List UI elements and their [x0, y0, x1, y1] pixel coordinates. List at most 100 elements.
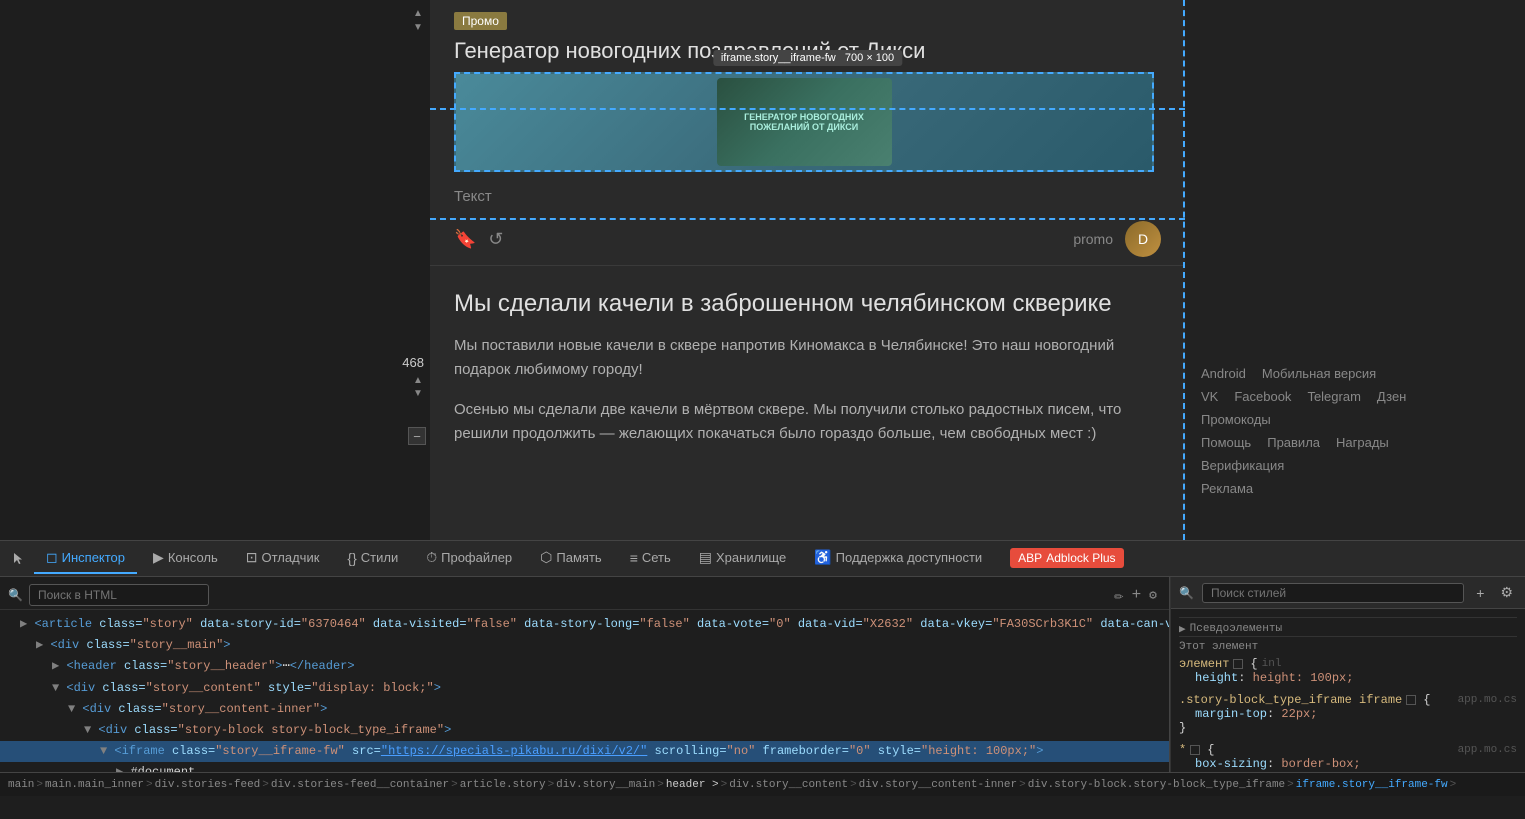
breadcrumb-article-story[interactable]: article.story	[460, 779, 546, 791]
story-footer: 🔖 ↺ promo D	[430, 213, 1185, 265]
tab-accessibility-label: Поддержка доступности	[836, 550, 983, 565]
tab-debugger-label: Отладчик	[261, 550, 319, 565]
network-icon: ≡	[630, 550, 638, 566]
debugger-icon: ⊡	[246, 549, 258, 566]
rule1-checkbox[interactable]	[1406, 693, 1419, 707]
html-line-iframe[interactable]: ▼ <iframe class="story__iframe-fw" src="…	[0, 741, 1169, 762]
html-line-document: ▶ #document	[0, 762, 1169, 772]
sidebar-link-android[interactable]: Android	[1201, 366, 1246, 381]
story2-paragraph2: Осенью мы сделали две качели в мёртвом с…	[454, 398, 1161, 446]
sidebar-row-3: Промокоды	[1201, 412, 1509, 427]
tab-adblock[interactable]: ABP Adblock Plus	[998, 542, 1135, 576]
story-card-1: Промо Генератор новогодних поздравлений …	[430, 0, 1185, 266]
element-selector: элемент	[1179, 657, 1229, 671]
styles-icon: {}	[347, 550, 356, 566]
iframe-image: ГЕНЕРАТОР НОВОГОДНИХ ПОЖЕЛАНИЙ ОТ ДИКСИ	[717, 78, 892, 166]
sidebar-link-ads[interactable]: Реклама	[1201, 481, 1253, 496]
breadcrumb-iframe[interactable]: iframe.story__iframe-fw	[1296, 779, 1448, 791]
zoom-minus-btn[interactable]: −	[408, 427, 426, 445]
more-options-btn[interactable]: ⚙	[1145, 586, 1161, 605]
scroll-down-arrow1[interactable]: ▼	[410, 22, 426, 32]
page-preview: Промо Генератор новогодних поздравлений …	[430, 0, 1185, 540]
add-style-btn[interactable]: +	[1128, 584, 1146, 606]
rule1-check-icon	[1406, 695, 1416, 705]
tab-profiler[interactable]: ⏱ Профайлер	[414, 543, 524, 574]
breadcrumb-header-arrow[interactable]: header >	[666, 779, 719, 791]
sidebar-link-vk[interactable]: VK	[1201, 389, 1218, 404]
selection-top-line	[430, 108, 1185, 110]
breadcrumb-story-main[interactable]: div.story__main	[556, 779, 655, 791]
breadcrumb-stories-container[interactable]: div.stories-feed__container	[271, 779, 449, 791]
rule2-checkbox[interactable]	[1190, 743, 1203, 757]
tab-cursor-tool[interactable]	[8, 545, 30, 573]
style-rule-2-section: * { app.mo.cs box-sizing: border-box; ba…	[1179, 743, 1517, 772]
tab-accessibility[interactable]: ♿ Поддержка доступности	[802, 543, 994, 574]
sidebar-link-mobile[interactable]: Мобильная версия	[1262, 366, 1376, 381]
tab-console[interactable]: ▶ Консоль	[141, 543, 230, 574]
avatar: D	[1125, 221, 1161, 257]
accessibility-icon: ♿	[814, 549, 831, 566]
save-icon[interactable]: 🔖	[454, 229, 476, 250]
style-checkbox1[interactable]	[1233, 657, 1246, 671]
style-check-icon	[1233, 659, 1243, 669]
html-search-input[interactable]	[29, 584, 209, 606]
devtools-panels: 🔍 ✏ + ⚙ ▶ <article class="story" data-st…	[0, 577, 1525, 772]
sidebar-link-verify[interactable]: Верификация	[1201, 458, 1284, 473]
pseudo-toggle[interactable]: ▶ Псевдоэлементы	[1179, 622, 1517, 636]
tab-memory-label: Память	[556, 550, 601, 565]
breadcrumb-stories-feed[interactable]: div.stories-feed	[155, 779, 261, 791]
add-style-rule-btn[interactable]: +	[1472, 583, 1488, 603]
more-styles-btn[interactable]: ⚙	[1496, 582, 1517, 603]
text-label: Текст	[430, 180, 1185, 213]
html-line-content-inner: ▼ <div class="story__content-inner">	[0, 699, 1169, 720]
rule2-prop1: box-sizing: border-box;	[1179, 757, 1517, 771]
tab-inspector[interactable]: ◻ Инспектор	[34, 543, 137, 574]
breadcrumb-story-content[interactable]: div.story__content	[729, 779, 848, 791]
rule1-prop: margin-top: 22px;	[1179, 707, 1517, 721]
adblock-btn[interactable]: ABP Adblock Plus	[1010, 548, 1123, 568]
html-line-story-block: ▼ <div class="story-block story-block_ty…	[0, 720, 1169, 741]
inspector-icon: ◻	[46, 549, 58, 566]
share-icon[interactable]: ↺	[488, 229, 503, 250]
styles-panel: ▶ Псевдоэлементы Этот элемент элемент	[1171, 609, 1525, 772]
promo-area: Промо Генератор новогодних поздравлений …	[430, 0, 1185, 172]
right-sidebar: Android Мобильная версия VK Facebook Tel…	[1185, 0, 1525, 540]
tab-console-label: Консоль	[168, 550, 218, 565]
tab-styles[interactable]: {} Стили	[335, 544, 410, 574]
profiler-icon: ⏱	[426, 549, 437, 566]
sidebar-link-telegram[interactable]: Telegram	[1307, 389, 1360, 404]
rule1-selector: .story-block_type_iframe iframe	[1179, 693, 1402, 707]
scroll-up-arrow[interactable]: ▲	[410, 8, 426, 18]
html-inspector-panel[interactable]: 🔍 ✏ + ⚙ ▶ <article class="story" data-st…	[0, 577, 1170, 772]
tab-debugger[interactable]: ⊡ Отладчик	[234, 543, 332, 574]
search-styles-icon: 🔍	[1179, 586, 1194, 600]
console-icon: ▶	[153, 549, 164, 566]
scroll-down-arrow2[interactable]: ▼	[410, 388, 426, 398]
sidebar-link-rules[interactable]: Правила	[1267, 435, 1320, 450]
pseudo-elements-section: ▶ Псевдоэлементы	[1179, 617, 1517, 636]
scroll-up-arrow2[interactable]: ▲	[410, 375, 426, 385]
sidebar-link-help[interactable]: Помощь	[1201, 435, 1251, 450]
tab-storage[interactable]: ▤ Хранилище	[687, 543, 798, 574]
sidebar-link-facebook[interactable]: Facebook	[1234, 389, 1291, 404]
styles-panel-icon[interactable]: ✏	[1110, 583, 1128, 607]
element-label: Этот элемент	[1179, 636, 1517, 657]
selection-bottom-line	[430, 218, 1185, 220]
breadcrumb-content-inner[interactable]: div.story__content-inner	[859, 779, 1017, 791]
scroll-count: 468	[402, 355, 424, 370]
breadcrumb-main-inner[interactable]: main.main_inner	[45, 779, 144, 791]
tab-network-label: Сеть	[642, 550, 671, 565]
breadcrumb-bar: main > main.main_inner > div.stories-fee…	[0, 772, 1525, 796]
sidebar-link-awards[interactable]: Награды	[1336, 435, 1389, 450]
tab-styles-label: Стили	[361, 550, 398, 565]
sidebar-link-promo[interactable]: Промокоды	[1201, 412, 1271, 427]
promo-footer-label: promo	[1073, 231, 1113, 247]
breadcrumb-story-block[interactable]: div.story-block.story-block_type_iframe	[1028, 779, 1285, 791]
styles-search-input[interactable]	[1202, 583, 1464, 603]
tab-memory[interactable]: ⬡ Память	[528, 543, 614, 574]
style-rule-1-section: .story-block_type_iframe iframe { app.mo…	[1179, 693, 1517, 735]
tab-network[interactable]: ≡ Сеть	[618, 544, 683, 574]
sidebar-link-dzen[interactable]: Дзен	[1377, 389, 1406, 404]
sidebar-row-5: Верификация	[1201, 458, 1509, 473]
breadcrumb-main[interactable]: main	[8, 779, 34, 791]
